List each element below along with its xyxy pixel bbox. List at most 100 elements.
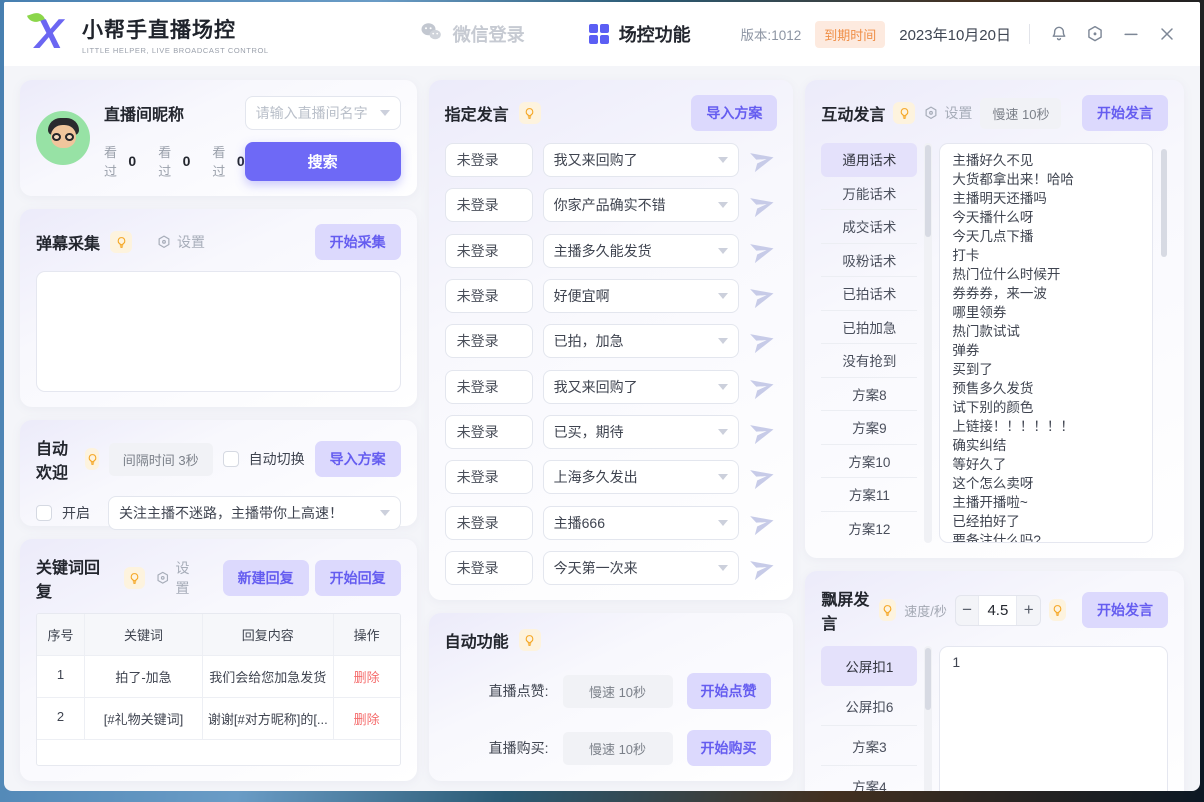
tab-plan9[interactable]: 方案9 [821, 411, 917, 445]
login-status-box[interactable]: 未登录 [445, 143, 533, 177]
start-collect-button[interactable]: 开始采集 [315, 224, 401, 260]
login-status-box[interactable]: 未登录 [445, 279, 533, 313]
bulb-icon[interactable] [85, 448, 99, 470]
enable-checkbox[interactable] [36, 505, 52, 521]
speech-select[interactable]: 今天第一次来 [543, 551, 740, 585]
start-buy-button[interactable]: 开始购买 [687, 730, 771, 766]
cell-reply: 我们会给您加急发货 [203, 656, 334, 698]
auto-switch-checkbox[interactable] [223, 451, 239, 467]
speech-select[interactable]: 上海多久发出 [543, 460, 740, 494]
tab-plan8[interactable]: 方案8 [821, 378, 917, 412]
send-icon[interactable] [749, 237, 777, 265]
settings-gear-icon[interactable] [1084, 23, 1106, 45]
send-icon[interactable] [749, 554, 777, 582]
stat-label: 看过 [212, 142, 230, 180]
send-icon[interactable] [749, 463, 777, 491]
start-reply-button[interactable]: 开始回复 [315, 560, 401, 596]
keyword-settings[interactable]: 设置 [155, 558, 203, 598]
speed-value[interactable]: 4.5 [978, 596, 1017, 625]
login-status-box[interactable]: 未登录 [445, 234, 533, 268]
float-content-textarea[interactable]: 1 [939, 646, 1168, 791]
speech-select[interactable]: 好便宜啊 [543, 279, 740, 313]
speech-select[interactable]: 主播666 [543, 506, 740, 540]
tab-ordered[interactable]: 已拍话术 [821, 277, 917, 311]
start-float-speech-button[interactable]: 开始发言 [1082, 592, 1168, 628]
live-buy-label: 直播购买: [489, 738, 549, 758]
speech-select[interactable]: 已买，期待 [543, 415, 740, 449]
chevron-down-icon [380, 510, 390, 516]
tab-fans[interactable]: 吸粉话术 [821, 244, 917, 278]
speech-select[interactable]: 你家产品确实不错 [543, 188, 740, 222]
like-speed-pill[interactable]: 慢速 10秒 [563, 675, 673, 708]
speed-plus-button[interactable]: + [1017, 596, 1039, 625]
start-like-button[interactable]: 开始点赞 [687, 673, 771, 709]
speed-pill[interactable]: 慢速 10秒 [980, 98, 1061, 129]
speech-select[interactable]: 我又来回购了 [543, 143, 740, 177]
notification-bell-icon[interactable] [1048, 23, 1070, 45]
search-button[interactable]: 搜索 [245, 142, 401, 181]
login-status-box[interactable]: 未登录 [445, 370, 533, 404]
close-icon[interactable] [1156, 23, 1178, 45]
tab-plan11[interactable]: 方案11 [821, 478, 917, 512]
delete-link[interactable]: 删除 [334, 698, 400, 740]
interactive-settings[interactable]: 设置 [923, 103, 972, 123]
tab-deal[interactable]: 成交话术 [821, 210, 917, 244]
welcome-message-select[interactable]: 关注主播不迷路，主播带你上高速！ [108, 496, 401, 530]
tab-plan3[interactable]: 方案3 [821, 726, 917, 766]
danmu-textarea[interactable] [36, 271, 401, 392]
login-status-box[interactable]: 未登录 [445, 324, 533, 358]
tab-plan10[interactable]: 方案10 [821, 445, 917, 479]
tab-ordered-urgent[interactable]: 已拍加急 [821, 311, 917, 345]
login-status-box[interactable]: 未登录 [445, 188, 533, 222]
speech-select[interactable]: 我又来回购了 [543, 370, 740, 404]
bulb-icon[interactable] [519, 102, 541, 124]
room-name-select[interactable]: 请输入直播间名字 [245, 96, 401, 130]
chevron-down-icon [718, 520, 728, 526]
speech-content-textarea[interactable]: 主播好久不见 大货都拿出来！哈哈 主播明天还播吗 今天播什么呀 今天几点下播 打… [939, 143, 1153, 543]
delete-link[interactable]: 删除 [334, 656, 400, 698]
send-icon[interactable] [749, 418, 777, 446]
minimize-icon[interactable] [1120, 23, 1142, 45]
login-status-box[interactable]: 未登录 [445, 415, 533, 449]
login-status-box[interactable]: 未登录 [445, 506, 533, 540]
speech-select[interactable]: 已拍，加急 [543, 324, 740, 358]
send-icon[interactable] [749, 146, 777, 174]
bulb-icon[interactable] [893, 102, 915, 124]
bulb-icon[interactable] [124, 567, 145, 589]
send-icon[interactable] [749, 373, 777, 401]
import-plan-button[interactable]: 导入方案 [691, 95, 777, 131]
tab-plan4[interactable]: 方案4 [821, 766, 917, 791]
float-tabs-scrollbar[interactable] [924, 646, 932, 791]
start-speech-button[interactable]: 开始发言 [1082, 95, 1168, 131]
send-icon[interactable] [749, 191, 777, 219]
chevron-down-icon [718, 429, 728, 435]
speed-minus-button[interactable]: − [956, 596, 978, 625]
interval-pill[interactable]: 间隔时间 3秒 [109, 443, 213, 476]
bulb-icon[interactable] [879, 599, 896, 621]
nav-field-control[interactable]: 场控功能 [589, 21, 691, 47]
bulb-icon[interactable] [519, 629, 541, 651]
bulb-icon[interactable] [1049, 599, 1066, 621]
tab-screen6[interactable]: 公屏扣6 [821, 686, 917, 726]
import-plan-button[interactable]: 导入方案 [315, 441, 401, 477]
content-scrollbar[interactable] [1160, 143, 1168, 543]
tab-missed[interactable]: 没有抢到 [821, 344, 917, 378]
send-icon[interactable] [749, 282, 777, 310]
speech-select[interactable]: 主播多久能发货 [543, 234, 740, 268]
new-reply-button[interactable]: 新建回复 [223, 560, 309, 596]
wechat-login-button[interactable]: 微信登录 [419, 20, 525, 49]
tab-general[interactable]: 通用话术 [821, 143, 917, 177]
danmu-settings[interactable]: 设置 [156, 232, 205, 252]
buy-speed-pill[interactable]: 慢速 10秒 [563, 732, 673, 765]
app-logo: X 小帮手直播场控 LITTLE HELPER, LIVE BROADCAST … [26, 11, 269, 57]
send-icon[interactable] [749, 509, 777, 537]
chevron-down-icon [718, 202, 728, 208]
tab-screen1[interactable]: 公屏扣1 [821, 646, 917, 686]
tabs-scrollbar[interactable] [924, 143, 932, 543]
tab-plan12[interactable]: 方案12 [821, 512, 917, 544]
login-status-box[interactable]: 未登录 [445, 551, 533, 585]
send-icon[interactable] [749, 327, 777, 355]
login-status-box[interactable]: 未登录 [445, 460, 533, 494]
bulb-icon[interactable] [110, 231, 132, 253]
tab-universal[interactable]: 万能话术 [821, 177, 917, 211]
